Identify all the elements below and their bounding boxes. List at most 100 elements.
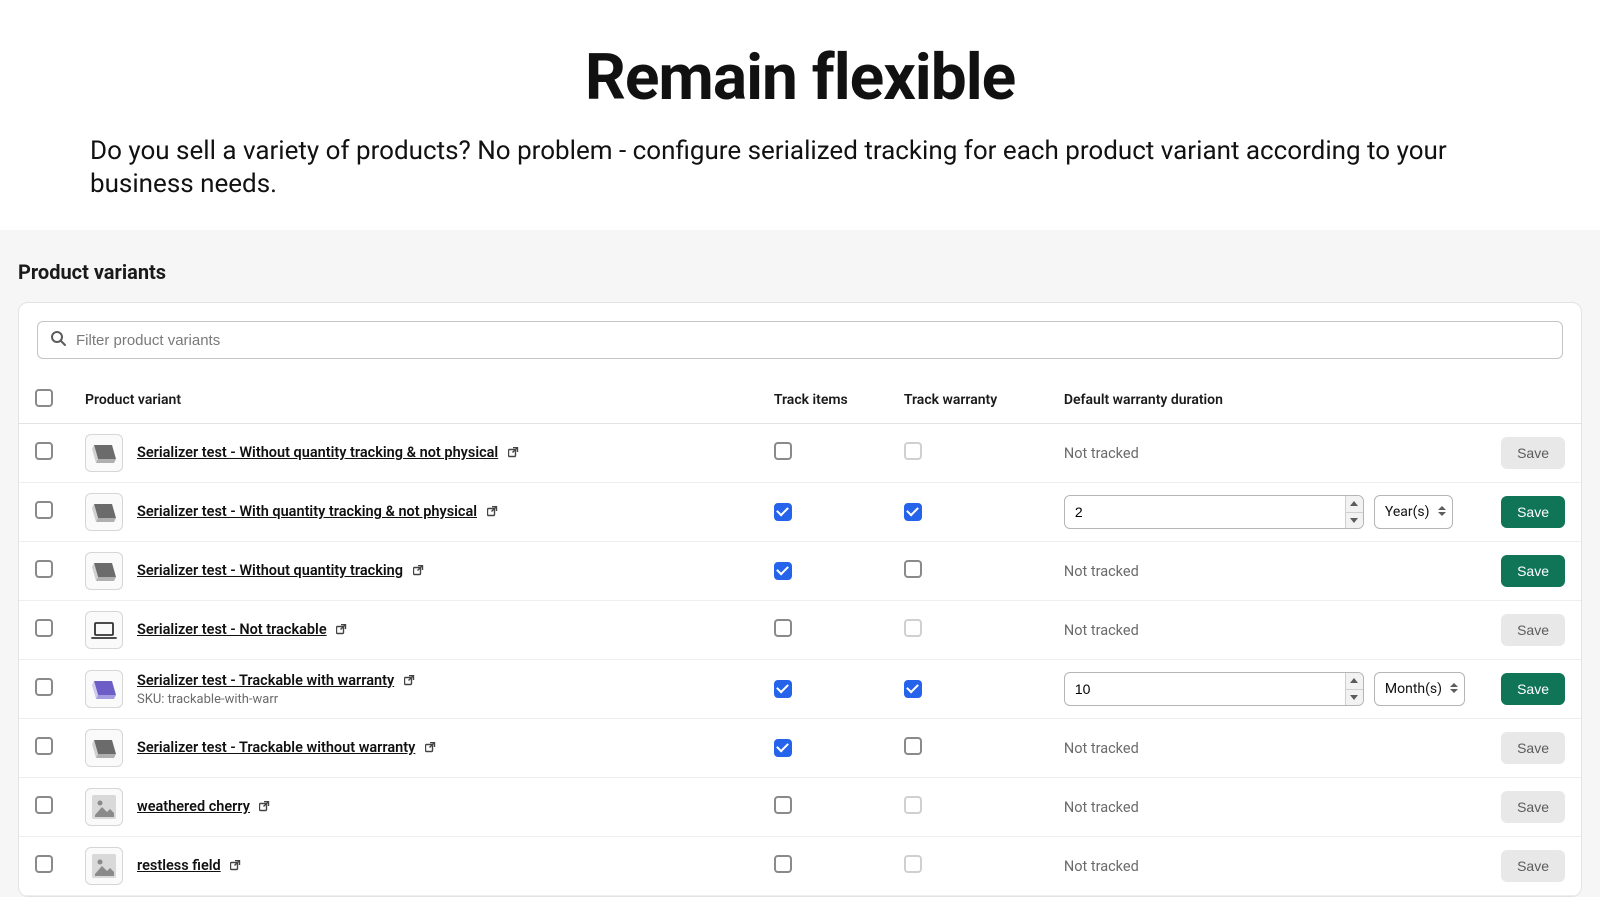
row-select-checkbox[interactable] [35, 796, 53, 814]
product-cell: Serializer test - With quantity tracking… [85, 493, 742, 531]
table-row: Serializer test - Trackable without warr… [19, 719, 1581, 778]
product-variant-link[interactable]: restless field [137, 857, 221, 874]
search-icon [50, 330, 66, 350]
product-cell: Serializer test - Trackable with warrant… [85, 670, 742, 708]
track-warranty-checkbox[interactable] [904, 680, 922, 698]
external-link-icon [425, 741, 436, 757]
not-tracked-label: Not tracked [1064, 740, 1139, 757]
header-product-variant: Product variant [69, 377, 758, 424]
track-warranty-checkbox[interactable] [904, 560, 922, 578]
product-variant-link[interactable]: Serializer test - Without quantity track… [137, 562, 403, 579]
table-row: restless field Not tracked Save [19, 837, 1581, 896]
hero-title: Remain flexible [90, 40, 1510, 115]
external-link-icon [259, 800, 270, 816]
table-row: Serializer test - Trackable with warrant… [19, 660, 1581, 719]
number-spinner [1345, 496, 1363, 528]
duration-controls: Year(s) [1064, 495, 1465, 529]
not-tracked-label: Not tracked [1064, 799, 1139, 816]
track-warranty-checkbox [904, 855, 922, 873]
spinner-down-button[interactable] [1346, 513, 1363, 529]
product-variant-link[interactable]: Serializer test - Trackable with warrant… [137, 672, 394, 689]
track-items-checkbox[interactable] [774, 739, 792, 757]
header-track-items: Track items [758, 377, 888, 424]
duration-unit-value: Month(s) [1385, 681, 1442, 697]
product-variant-link[interactable]: weathered cherry [137, 798, 250, 815]
row-select-checkbox[interactable] [35, 737, 53, 755]
track-items-checkbox[interactable] [774, 562, 792, 580]
row-select-checkbox[interactable] [35, 501, 53, 519]
duration-number-input[interactable] [1065, 496, 1345, 528]
header-actions [1481, 377, 1581, 424]
product-text: Serializer test - Not trackable [137, 621, 347, 639]
product-variant-link[interactable]: Serializer test - Without quantity track… [137, 444, 498, 461]
duration-unit-select[interactable]: Month(s) [1374, 672, 1465, 706]
select-arrows-icon [1450, 681, 1458, 697]
product-thumbnail [85, 611, 123, 649]
product-variant-link[interactable]: Serializer test - Not trackable [137, 621, 327, 638]
track-warranty-checkbox [904, 796, 922, 814]
duration-number-input-wrap [1064, 672, 1364, 706]
duration-unit-value: Year(s) [1385, 504, 1430, 520]
product-cell: Serializer test - Trackable without warr… [85, 729, 742, 767]
row-select-checkbox[interactable] [35, 442, 53, 460]
product-text: Serializer test - Trackable without warr… [137, 739, 436, 757]
track-items-checkbox[interactable] [774, 442, 792, 460]
track-warranty-checkbox [904, 619, 922, 637]
product-cell: Serializer test - Without quantity track… [85, 434, 742, 472]
filter-input-container[interactable] [37, 321, 1563, 359]
duration-unit-select[interactable]: Year(s) [1374, 495, 1453, 529]
product-text: Serializer test - Trackable with warrant… [137, 672, 415, 707]
table-row: Serializer test - Without quantity track… [19, 542, 1581, 601]
track-items-checkbox[interactable] [774, 619, 792, 637]
table-row: Serializer test - Not trackable Not trac… [19, 601, 1581, 660]
external-link-icon [413, 564, 424, 580]
save-button: Save [1501, 614, 1565, 646]
save-button: Save [1501, 850, 1565, 882]
save-button[interactable]: Save [1501, 555, 1565, 587]
product-variant-link[interactable]: Serializer test - With quantity tracking… [137, 503, 477, 520]
track-warranty-checkbox[interactable] [904, 737, 922, 755]
product-text: Serializer test - Without quantity track… [137, 562, 424, 580]
track-items-checkbox[interactable] [774, 855, 792, 873]
track-items-checkbox[interactable] [774, 796, 792, 814]
not-tracked-label: Not tracked [1064, 445, 1139, 462]
filter-input[interactable] [76, 332, 1550, 349]
product-variant-link[interactable]: Serializer test - Trackable without warr… [137, 739, 415, 756]
duration-number-input[interactable] [1065, 673, 1345, 705]
spinner-up-button[interactable] [1346, 673, 1363, 690]
product-text: Serializer test - Without quantity track… [137, 444, 519, 462]
hero-section: Remain flexible Do you sell a variety of… [0, 0, 1600, 230]
variants-card: Product variant Track items Track warran… [18, 302, 1582, 897]
section-title: Product variants [18, 260, 1582, 284]
save-button[interactable]: Save [1501, 496, 1565, 528]
external-link-icon [336, 623, 347, 639]
product-text: weathered cherry [137, 798, 270, 816]
spinner-up-button[interactable] [1346, 496, 1363, 513]
row-select-checkbox[interactable] [35, 855, 53, 873]
hero-subtitle: Do you sell a variety of products? No pr… [90, 135, 1510, 200]
product-text: restless field [137, 857, 241, 875]
variants-table: Product variant Track items Track warran… [19, 377, 1581, 896]
content-area: Product variants Product variant Track i… [0, 230, 1600, 897]
product-thumbnail [85, 729, 123, 767]
track-items-checkbox[interactable] [774, 680, 792, 698]
track-warranty-checkbox[interactable] [904, 503, 922, 521]
product-thumbnail [85, 434, 123, 472]
select-all-checkbox[interactable] [35, 389, 53, 407]
track-warranty-checkbox [904, 442, 922, 460]
duration-controls: Month(s) [1064, 672, 1465, 706]
row-select-checkbox[interactable] [35, 619, 53, 637]
product-cell: Serializer test - Not trackable [85, 611, 742, 649]
number-spinner [1345, 673, 1363, 705]
external-link-icon [508, 446, 519, 462]
row-select-checkbox[interactable] [35, 560, 53, 578]
row-select-checkbox[interactable] [35, 678, 53, 696]
save-button[interactable]: Save [1501, 673, 1565, 705]
not-tracked-label: Not tracked [1064, 858, 1139, 875]
product-sku: SKU: trackable-with-warr [137, 692, 415, 707]
track-items-checkbox[interactable] [774, 503, 792, 521]
spinner-down-button[interactable] [1346, 690, 1363, 706]
external-link-icon [404, 674, 415, 690]
product-cell: restless field [85, 847, 742, 885]
header-checkbox-cell [19, 377, 69, 424]
